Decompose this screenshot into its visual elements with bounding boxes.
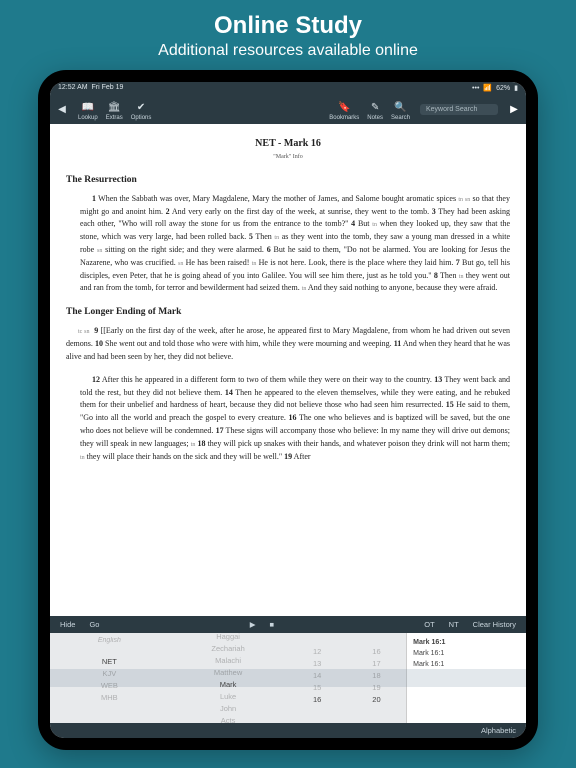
back-icon[interactable]: ◀ (56, 104, 68, 115)
ipad-frame: 12:52 AM Fri Feb 19 •••📶62%▮ ◀ 📖Lookup 🏛… (38, 70, 538, 750)
play-icon[interactable]: ▶ (250, 620, 256, 629)
page-subtitle: "Mark" Info (66, 153, 510, 163)
extras-icon[interactable]: 🏛 (108, 102, 121, 113)
heading-longer-ending: The Longer Ending of Mark (66, 305, 510, 320)
books-icon[interactable]: 📖 (82, 102, 94, 113)
bottom-bar: Alphabetic (50, 723, 526, 738)
go-button[interactable]: Go (89, 620, 99, 629)
heading-resurrection: The Resurrection (66, 173, 510, 188)
status-bar: 12:52 AM Fri Feb 19 •••📶62%▮ (50, 82, 526, 94)
alphabetic-button[interactable]: Alphabetic (481, 726, 516, 735)
top-toolbar: ◀ 📖Lookup 🏛Extras ✔Options 🔖Bookmarks ✎N… (50, 94, 526, 124)
reference-picker[interactable]: English NET KJV WEB MHB Haggai Zechariah… (50, 633, 526, 723)
stop-icon[interactable]: ■ (269, 620, 274, 629)
search-icon[interactable]: 🔍 (394, 102, 406, 113)
clear-history-button[interactable]: Clear History (473, 620, 516, 629)
hero-subtitle: Additional resources available online (158, 42, 418, 60)
bookmark-icon[interactable]: 🔖 (338, 102, 350, 113)
options-icon[interactable]: ✔ (137, 102, 145, 113)
forward-icon[interactable]: ▶ (508, 104, 520, 115)
ot-button[interactable]: OT (424, 620, 434, 629)
page-title: NET - Mark 16 (66, 136, 510, 152)
hero-title: Online Study (158, 12, 418, 40)
history-list[interactable]: Mark 16:1 Mark 16:1 Mark 16:1 (406, 633, 526, 723)
reader-content: NET - Mark 16 "Mark" Info The Resurrecti… (50, 124, 526, 616)
nav-strip: Hide Go ▶ ■ OT NT Clear History (50, 616, 526, 633)
notes-icon[interactable]: ✎ (371, 102, 379, 113)
nt-button[interactable]: NT (449, 620, 459, 629)
hide-button[interactable]: Hide (60, 620, 75, 629)
search-input[interactable]: Keyword Search (420, 104, 498, 115)
